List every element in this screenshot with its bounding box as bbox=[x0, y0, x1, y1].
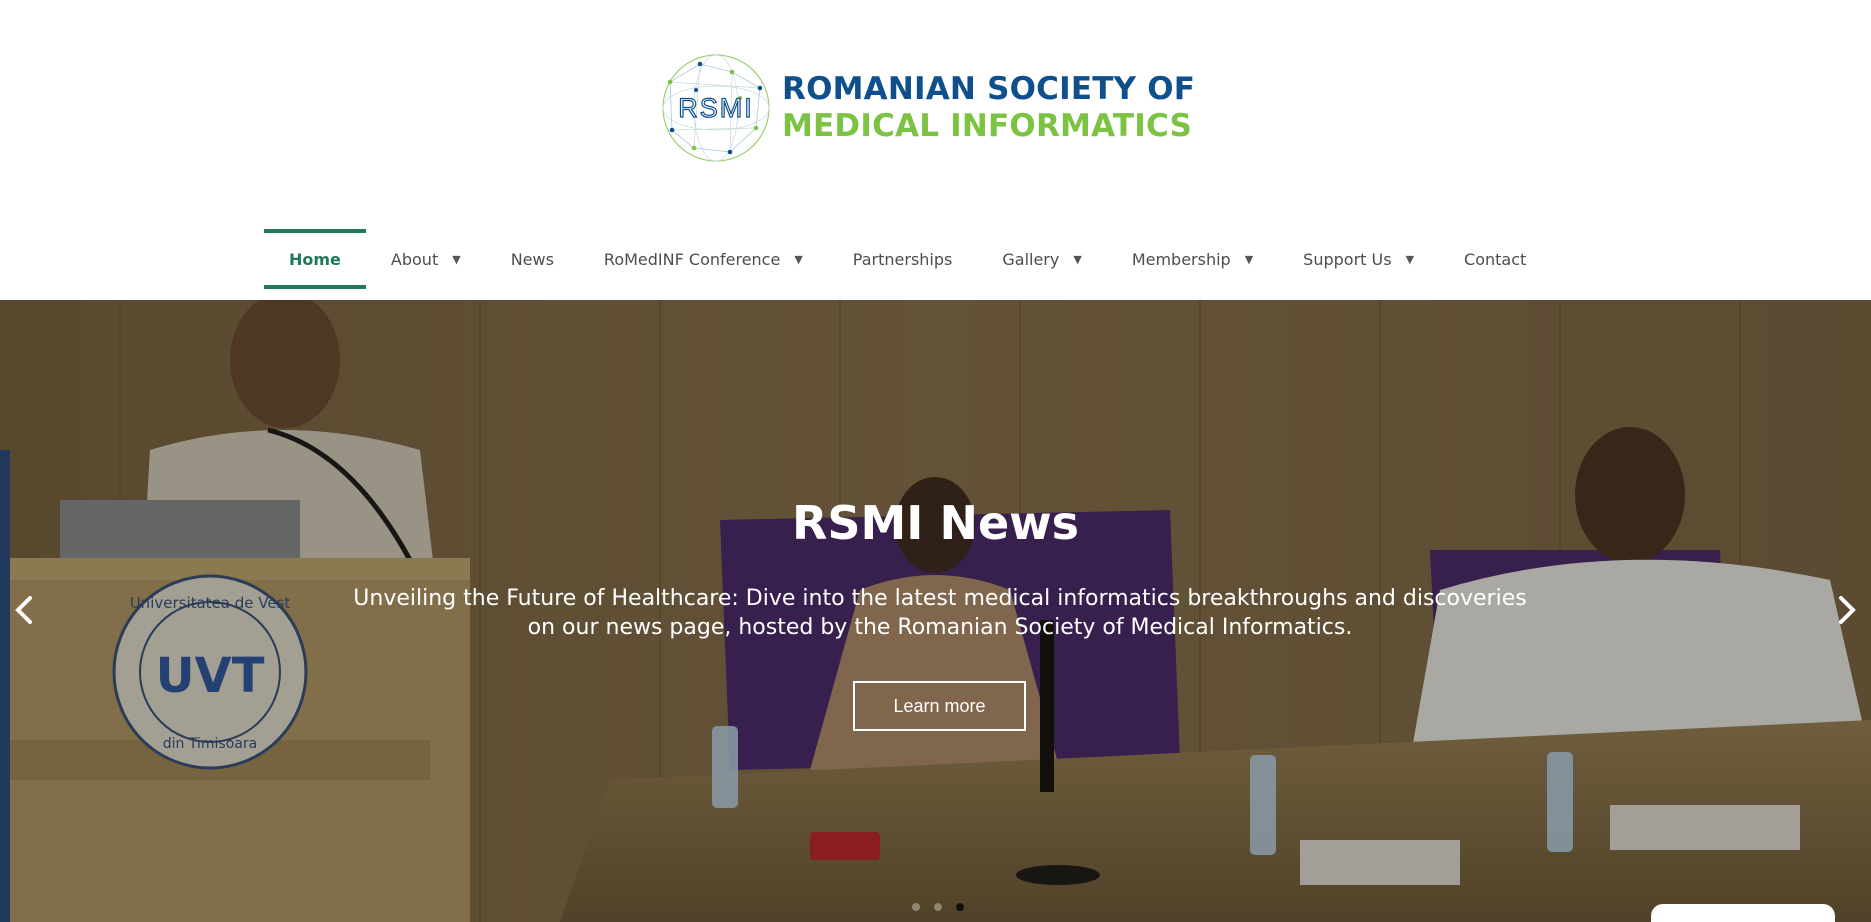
site-name-line-1: ROMANIAN SOCIETY OF bbox=[782, 71, 1196, 107]
svg-text:RSMI: RSMI bbox=[678, 93, 754, 123]
slider-dot-3[interactable] bbox=[956, 903, 964, 911]
nav-item-membership[interactable]: Membership ▼ bbox=[1107, 229, 1278, 289]
chevron-left-icon bbox=[15, 596, 32, 624]
nav-item-label: About bbox=[390, 249, 439, 269]
nav-item-label: News bbox=[510, 249, 554, 269]
slider-next-button[interactable] bbox=[1827, 590, 1867, 630]
nav-item-about[interactable]: About ▼ bbox=[366, 229, 486, 289]
floating-panel[interactable] bbox=[1651, 904, 1835, 922]
nav-item-label: Gallery bbox=[1002, 249, 1060, 269]
slider-dot-1[interactable] bbox=[912, 903, 920, 911]
rsmi-globe-logo-icon: RSMI bbox=[662, 54, 770, 162]
nav-item-label: Contact bbox=[1464, 249, 1527, 269]
caret-down-icon: ▼ bbox=[794, 252, 803, 266]
caret-down-icon: ▼ bbox=[452, 252, 461, 266]
hero-slider: Universitatea de Vest din Timisoara UVT … bbox=[0, 300, 1871, 922]
slider-pagination bbox=[912, 903, 964, 911]
site-logo[interactable]: RSMI ROMANIAN SOCIETY OF MEDICAL INFORMA… bbox=[660, 52, 1195, 164]
site-name-line-2: MEDICAL INFORMATICS bbox=[782, 108, 1193, 144]
nav-item-label: Home bbox=[289, 249, 341, 269]
nav-item-label: RoMedINF Conference bbox=[603, 249, 781, 269]
nav-item-support-us[interactable]: Support Us ▼ bbox=[1278, 229, 1439, 289]
site-name: ROMANIAN SOCIETY OF MEDICAL INFORMATICS bbox=[782, 71, 1195, 145]
chevron-right-icon bbox=[1839, 596, 1856, 624]
caret-down-icon: ▼ bbox=[1073, 252, 1082, 266]
nav-item-home[interactable]: Home bbox=[264, 229, 366, 289]
main-navigation: Home About ▼ News RoMedINF Conference ▼ Partne… bbox=[264, 229, 1551, 289]
hero-description: Unveiling the Future of Healthcare: Dive… bbox=[353, 586, 1527, 640]
site-header: RSMI ROMANIAN SOCIETY OF MEDICAL INFORMA… bbox=[0, 0, 1871, 300]
hero-title: RSMI News bbox=[791, 496, 1080, 550]
nav-item-label: Support Us bbox=[1303, 249, 1392, 269]
caret-down-icon: ▼ bbox=[1244, 252, 1254, 266]
nav-item-romedinf-conference[interactable]: RoMedINF Conference ▼ bbox=[579, 229, 828, 289]
nav-item-gallery[interactable]: Gallery ▼ bbox=[977, 229, 1106, 289]
learn-more-button[interactable]: Learn more bbox=[853, 681, 1026, 731]
caret-down-icon: ▼ bbox=[1405, 252, 1415, 266]
slider-dot-2[interactable] bbox=[934, 903, 942, 911]
slider-prev-button[interactable] bbox=[4, 590, 44, 630]
nav-item-partnerships[interactable]: Partnerships bbox=[828, 229, 978, 289]
nav-item-contact[interactable]: Contact bbox=[1439, 229, 1551, 289]
nav-item-label: Partnerships bbox=[852, 249, 953, 269]
nav-item-news[interactable]: News bbox=[486, 229, 579, 289]
nav-item-label: Membership bbox=[1131, 249, 1231, 269]
